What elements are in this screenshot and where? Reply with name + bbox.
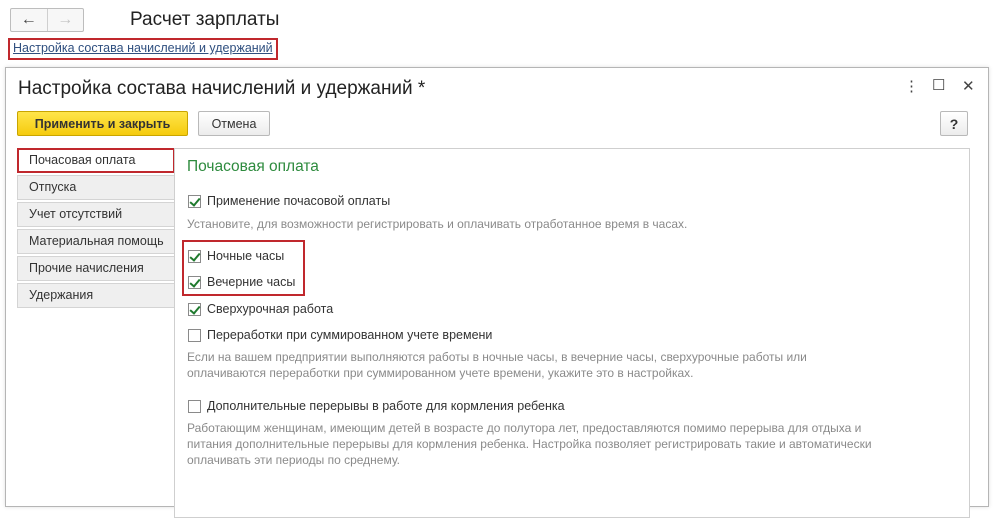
- checkbox-row-overwork: Переработки при суммированном учете врем…: [188, 328, 492, 342]
- nav-buttons: ← →: [10, 8, 84, 32]
- hint-text: Установите, для возможности регистрирова…: [187, 217, 688, 231]
- tab-absences[interactable]: Учет отсутствий: [17, 202, 175, 227]
- tab-vacations[interactable]: Отпуска: [17, 175, 175, 200]
- checkbox-label: Применение почасовой оплаты: [207, 194, 391, 208]
- overwork-summarized-checkbox[interactable]: [188, 328, 201, 342]
- settings-dialog: Настройка состава начислений и удержаний…: [5, 67, 989, 518]
- help-button[interactable]: ?: [940, 111, 968, 136]
- maximize-icon[interactable]: ☐: [932, 76, 945, 94]
- settings-link[interactable]: Настройка состава начислений и удержаний: [8, 38, 278, 60]
- tab-hourly-pay[interactable]: Почасовая оплата: [17, 148, 175, 173]
- forward-arrow-icon[interactable]: →: [48, 9, 84, 31]
- checkbox-row-night-hours: Ночные часы: [188, 249, 284, 263]
- close-icon[interactable]: ✕: [962, 77, 975, 95]
- hint-text: Работающим женщинам, имеющим детей в воз…: [187, 421, 872, 467]
- more-menu-icon[interactable]: ⋮: [904, 77, 919, 95]
- checkbox-label: Дополнительные перерывы в работе для кор…: [207, 399, 565, 413]
- cancel-button[interactable]: Отмена: [198, 111, 270, 136]
- tab-other-accruals[interactable]: Прочие начисления: [17, 256, 175, 281]
- hourly-pay-checkbox[interactable]: [188, 194, 201, 208]
- tab-deductions[interactable]: Удержания: [17, 283, 175, 308]
- section-title: Почасовая оплата: [187, 158, 319, 175]
- page-title: Расчет зарплаты: [130, 9, 280, 30]
- checkbox-row-overtime: Сверхурочная работа: [188, 302, 333, 316]
- hint-text: Если на вашем предприятии выполняются ра…: [187, 350, 807, 380]
- evening-hours-checkbox[interactable]: [188, 275, 201, 289]
- checkbox-label: Ночные часы: [207, 249, 285, 263]
- dialog-title: Настройка состава начислений и удержаний…: [18, 78, 426, 99]
- apply-and-close-button[interactable]: Применить и закрыть: [17, 111, 188, 136]
- checkbox-label: Вечерние часы: [207, 275, 296, 289]
- hourly-pay-panel: Почасовая оплата Применение почасовой оп…: [174, 148, 970, 518]
- checkbox-label: Сверхурочная работа: [207, 302, 334, 316]
- back-arrow-icon[interactable]: ←: [11, 9, 48, 31]
- checkbox-label: Переработки при суммированном учете врем…: [207, 328, 493, 342]
- overtime-checkbox[interactable]: [188, 302, 201, 316]
- night-hours-checkbox[interactable]: [188, 249, 201, 263]
- tab-financial-aid[interactable]: Материальная помощь: [17, 229, 175, 254]
- checkbox-row-evening-hours: Вечерние часы: [188, 275, 295, 289]
- checkbox-row-feeding-breaks: Дополнительные перерывы в работе для кор…: [188, 399, 565, 413]
- feeding-breaks-checkbox[interactable]: [188, 399, 201, 413]
- checkbox-row-hourly-pay: Применение почасовой оплаты: [188, 194, 390, 208]
